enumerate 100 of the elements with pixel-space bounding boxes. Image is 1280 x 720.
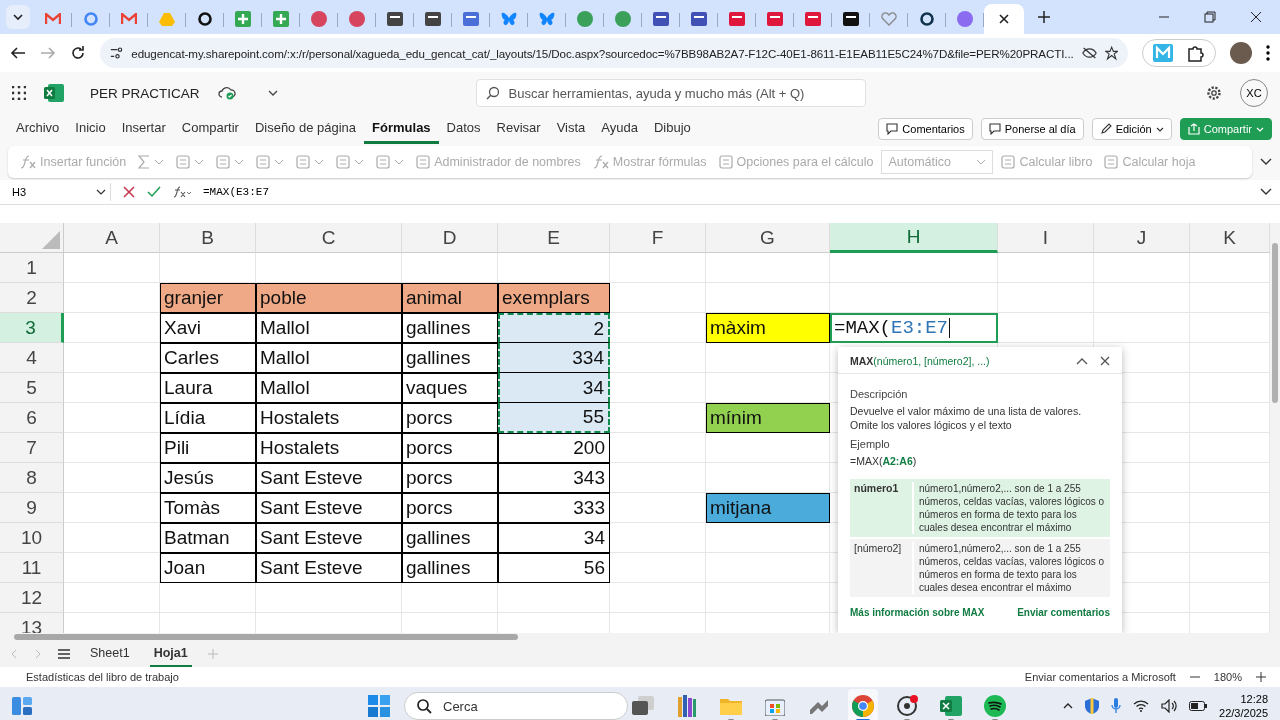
sheet-tab[interactable]: Hoja1	[149, 641, 192, 667]
restore-icon[interactable]	[1204, 11, 1216, 23]
action-button[interactable]: Ponerse al día	[980, 118, 1084, 140]
menu-icon[interactable]	[58, 649, 70, 659]
collapse-icon[interactable]	[1076, 357, 1088, 365]
menu-tab[interactable]: Revisar	[488, 114, 549, 144]
cloud-check-icon[interactable]	[217, 86, 236, 100]
more-icon[interactable]	[1266, 45, 1270, 61]
zoom-level[interactable]: 180%	[1213, 671, 1242, 683]
eye-slash-icon[interactable]	[1081, 46, 1097, 60]
row-header[interactable]: 9	[0, 493, 64, 523]
microphone-icon[interactable]	[1111, 698, 1122, 714]
action-button[interactable]: Comentarios	[878, 118, 973, 140]
speaker-icon[interactable]	[1161, 699, 1178, 713]
settings-icon[interactable]	[1206, 85, 1222, 101]
menu-tab[interactable]: Ayuda	[593, 114, 646, 144]
battery-icon[interactable]	[1189, 701, 1208, 711]
tab-search-icon[interactable]	[6, 5, 30, 29]
site-info-icon[interactable]	[110, 46, 124, 60]
button-label: Administrador de nombres	[434, 155, 581, 169]
row-header[interactable]: 3	[0, 313, 64, 343]
column-header[interactable]: J	[1094, 223, 1190, 253]
circle-icon	[349, 11, 365, 27]
column-header[interactable]: E	[498, 223, 610, 253]
menu-tab[interactable]: Vista	[548, 114, 594, 144]
puzzle-icon[interactable]	[1187, 44, 1205, 62]
row-header[interactable]: 2	[0, 283, 64, 313]
app-launcher-icon[interactable]	[12, 86, 26, 100]
column-header[interactable]: D	[402, 223, 498, 253]
cancel-icon[interactable]	[123, 186, 135, 198]
column-header[interactable]: H	[830, 223, 998, 253]
row-header[interactable]: 5	[0, 373, 64, 403]
feedback-link[interactable]: Enviar comentarios	[1017, 606, 1110, 618]
star-icon[interactable]	[1104, 45, 1118, 61]
status-text[interactable]: Estadísticas del libro de trabajo	[26, 671, 179, 683]
menu-tab[interactable]: Insertar	[113, 114, 174, 144]
column-header[interactable]: B	[160, 223, 256, 253]
menu-tab[interactable]: Diseño de página	[246, 114, 365, 144]
scrollbar-thumb[interactable]	[14, 634, 518, 640]
caret-icon[interactable]	[267, 90, 278, 96]
close-icon[interactable]	[1100, 356, 1110, 366]
table-cell: gallines	[402, 313, 498, 343]
row-header[interactable]: 8	[0, 463, 64, 493]
spreadsheet-icon	[940, 696, 962, 716]
extension-logo-icon[interactable]	[1153, 44, 1173, 62]
close-icon[interactable]	[1250, 11, 1262, 23]
profile-avatar[interactable]	[1230, 42, 1252, 64]
clock[interactable]: 12:28 22/3/2025	[1219, 691, 1268, 720]
formula-field[interactable]: =MAX(E3:E7	[203, 186, 1248, 198]
expand-icon[interactable]	[1260, 188, 1272, 196]
expand-icon[interactable]	[1260, 158, 1272, 166]
sheet-tab[interactable]: Sheet1	[86, 641, 134, 667]
row-header[interactable]: 12	[0, 583, 64, 613]
square-icon	[805, 12, 821, 26]
back-icon[interactable]	[10, 45, 26, 61]
menu-tab[interactable]: Inicio	[67, 114, 114, 144]
search-field[interactable]: Buscar herramientas, ayuda y mucho más (Alt + Q)	[475, 79, 866, 107]
row-header[interactable]: 11	[0, 553, 64, 583]
menu-tab[interactable]: Compartir	[173, 114, 247, 144]
check-icon[interactable]	[147, 186, 161, 198]
feedback-link[interactable]: Enviar comentarios a Microsoft	[1024, 671, 1176, 683]
widgets-icon[interactable]	[12, 697, 32, 715]
row-header[interactable]: 4	[0, 343, 64, 373]
excel-logo-icon[interactable]	[44, 84, 64, 102]
column-header[interactable]: G	[706, 223, 830, 253]
row-header[interactable]: 1	[0, 253, 64, 283]
more-info-link[interactable]: Más información sobre MAX	[850, 606, 985, 618]
table-cell: 333	[498, 493, 610, 523]
new-tab-icon[interactable]	[1038, 11, 1050, 23]
row-header[interactable]: 13	[0, 613, 64, 633]
column-header[interactable]: C	[256, 223, 402, 253]
zoom-in-icon[interactable]	[1256, 672, 1266, 682]
column-header[interactable]: F	[610, 223, 706, 253]
forward-icon[interactable]	[40, 45, 56, 61]
table-cell: Mallol	[256, 373, 402, 403]
search-field[interactable]: Cerca	[404, 692, 628, 720]
row-header[interactable]: 6	[0, 403, 64, 433]
column-header[interactable]: K	[1190, 223, 1270, 253]
close-icon[interactable]	[999, 14, 1009, 24]
address-field[interactable]: edugencat-my.sharepoint.com/:x:/r/personal/xagueda_edu_gencat_cat/_layouts/15/Doc.aspx?sourcedoc=%7BB98AB2A7-F12C-40E1-8611-E1EAB11E5C24%7D&file=PER%20PRACTI...	[100, 38, 1128, 68]
windows-icon	[632, 696, 654, 716]
column-header[interactable]: I	[998, 223, 1094, 253]
plus-icon	[273, 11, 289, 27]
column-header[interactable]: A	[64, 223, 160, 253]
file-name[interactable]: PER PRACTICAR	[90, 85, 200, 101]
square-icon	[767, 12, 783, 26]
menu-tab[interactable]: Datos	[438, 114, 489, 144]
menu-tab[interactable]: Archivo	[8, 114, 68, 144]
row-header[interactable]: 7	[0, 433, 64, 463]
scrollbar-thumb[interactable]	[1272, 243, 1278, 403]
reload-icon[interactable]	[70, 45, 86, 61]
row-header[interactable]: 10	[0, 523, 64, 553]
wifi-icon[interactable]	[1133, 700, 1150, 712]
windows-start-icon[interactable]	[368, 695, 390, 717]
action-button[interactable]: Edición	[1091, 118, 1172, 140]
name-box[interactable]: H3	[8, 183, 111, 201]
caret-up-icon[interactable]	[1063, 703, 1074, 709]
function-icon[interactable]	[173, 186, 191, 198]
shield-icon[interactable]	[1085, 698, 1100, 714]
menu-tab[interactable]: Dibujo	[645, 114, 699, 144]
